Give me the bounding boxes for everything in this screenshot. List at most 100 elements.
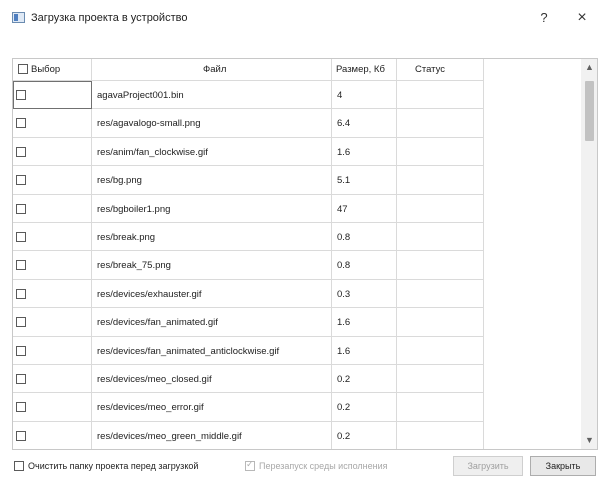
status-cell xyxy=(397,109,484,138)
file-cell: res/anim/fan_clockwise.gif xyxy=(92,137,332,167)
column-header-file[interactable]: Файл xyxy=(92,59,332,81)
select-cell[interactable] xyxy=(13,279,92,309)
scroll-up-arrow-icon[interactable]: ▲ xyxy=(581,59,597,76)
file-cell: res/agavalogo-small.png xyxy=(92,109,332,138)
file-value: res/devices/fan_animated.gif xyxy=(97,317,218,329)
table-row[interactable]: res/devices/meo_closed.gif 0.2 xyxy=(13,364,484,394)
clear-folder-option[interactable]: Очистить папку проекта перед загрузкой xyxy=(14,461,198,471)
status-cell xyxy=(397,279,484,309)
table-row[interactable]: res/devices/exhauster.gif 0.3 xyxy=(13,279,484,309)
select-cell[interactable] xyxy=(13,109,92,138)
select-cell[interactable] xyxy=(13,166,92,195)
size-cell: 1.6 xyxy=(332,336,397,365)
row-select-checkbox[interactable] xyxy=(16,146,26,157)
files-table: Выбор Файл Размер, Кб Статус agavaProjec… xyxy=(12,58,598,450)
status-cell xyxy=(397,137,484,167)
size-cell: 5.1 xyxy=(332,166,397,195)
select-cell[interactable] xyxy=(13,393,92,422)
vertical-scrollbar[interactable]: ▲ ▼ xyxy=(581,59,597,449)
clear-folder-checkbox[interactable] xyxy=(14,461,24,471)
file-value: res/bg.png xyxy=(97,175,142,187)
table-row[interactable]: res/agavalogo-small.png 6.4 xyxy=(13,109,484,138)
column-header-size[interactable]: Размер, Кб xyxy=(332,59,397,81)
table-row[interactable]: res/bg.png 5.1 xyxy=(13,166,484,195)
title-bar: Загрузка проекта в устройство ? × xyxy=(0,0,600,36)
status-cell xyxy=(397,421,484,449)
row-select-checkbox[interactable] xyxy=(16,345,26,356)
file-cell: res/devices/fan_animated_anticlockwise.g… xyxy=(92,336,332,365)
size-value: 1.6 xyxy=(337,317,351,329)
file-value: res/agavalogo-small.png xyxy=(97,118,201,130)
size-cell: 6.4 xyxy=(332,109,397,138)
table-row[interactable]: res/anim/fan_clockwise.gif 1.6 xyxy=(13,137,484,167)
column-header-select-label: Выбор xyxy=(31,64,61,75)
help-button[interactable]: ? xyxy=(534,8,554,28)
file-value: res/devices/exhauster.gif xyxy=(97,288,202,300)
status-cell xyxy=(397,308,484,337)
file-value: res/devices/fan_animated_anticlockwise.g… xyxy=(97,345,280,357)
row-select-checkbox[interactable] xyxy=(16,373,26,384)
row-select-checkbox[interactable] xyxy=(16,430,26,441)
table-row[interactable]: res/bgboiler1.png 47 xyxy=(13,194,484,223)
size-cell: 0.8 xyxy=(332,251,397,280)
select-cell[interactable] xyxy=(13,194,92,223)
select-cell[interactable] xyxy=(13,222,92,252)
scroll-down-arrow-icon[interactable]: ▼ xyxy=(581,432,597,449)
size-cell: 1.6 xyxy=(332,308,397,337)
restart-runtime-label: Перезапуск среды исполнения xyxy=(259,461,388,471)
file-value: res/break_75.png xyxy=(97,260,171,272)
row-select-checkbox[interactable] xyxy=(16,90,26,100)
row-select-checkbox[interactable] xyxy=(16,231,26,242)
row-select-checkbox[interactable] xyxy=(16,402,26,413)
size-value: 1.6 xyxy=(337,146,351,158)
scrollbar-thumb[interactable] xyxy=(585,81,594,141)
file-value: res/devices/meo_closed.gif xyxy=(97,373,212,385)
size-value: 0.2 xyxy=(337,402,351,414)
size-cell: 0.8 xyxy=(332,222,397,252)
select-cell[interactable] xyxy=(13,81,92,110)
row-select-checkbox[interactable] xyxy=(16,175,26,186)
row-select-checkbox[interactable] xyxy=(16,203,26,214)
window-title: Загрузка проекта в устройство xyxy=(31,12,188,24)
select-cell[interactable] xyxy=(13,364,92,394)
table-row[interactable]: res/devices/meo_green_middle.gif 0.2 xyxy=(13,421,484,449)
status-cell xyxy=(397,393,484,422)
select-cell[interactable] xyxy=(13,421,92,449)
file-value: res/devices/meo_green_middle.gif xyxy=(97,430,242,442)
file-cell: agavaProject001.bin xyxy=(92,81,332,110)
row-select-checkbox[interactable] xyxy=(16,260,26,271)
table-row[interactable]: res/break_75.png 0.8 xyxy=(13,251,484,280)
size-cell: 0.2 xyxy=(332,393,397,422)
row-select-checkbox[interactable] xyxy=(16,118,26,129)
select-cell[interactable] xyxy=(13,336,92,365)
row-select-checkbox[interactable] xyxy=(16,288,26,299)
size-value: 0.2 xyxy=(337,430,351,442)
size-value: 0.8 xyxy=(337,260,351,272)
select-all-checkbox[interactable] xyxy=(18,64,28,74)
file-cell: res/devices/meo_closed.gif xyxy=(92,364,332,394)
close-button[interactable]: Закрыть xyxy=(530,456,596,476)
select-cell[interactable] xyxy=(13,308,92,337)
upload-button[interactable]: Загрузить xyxy=(453,456,523,476)
table-row[interactable]: res/devices/fan_animated_anticlockwise.g… xyxy=(13,336,484,365)
column-header-status-label: Статус xyxy=(415,64,446,75)
column-header-select[interactable]: Выбор xyxy=(13,59,92,81)
size-value: 0.3 xyxy=(337,288,351,300)
select-cell[interactable] xyxy=(13,251,92,280)
select-cell[interactable] xyxy=(13,137,92,167)
table-row[interactable]: res/break.png 0.8 xyxy=(13,222,484,252)
row-select-checkbox[interactable] xyxy=(16,317,26,328)
table-row[interactable]: res/devices/fan_animated.gif 1.6 xyxy=(13,308,484,337)
file-cell: res/break_75.png xyxy=(92,251,332,280)
file-value: res/devices/meo_error.gif xyxy=(97,402,204,414)
table-row[interactable]: res/devices/meo_error.gif 0.2 xyxy=(13,393,484,422)
size-value: 47 xyxy=(337,203,348,215)
size-cell: 0.3 xyxy=(332,279,397,309)
file-value: agavaProject001.bin xyxy=(97,90,184,101)
size-cell: 0.2 xyxy=(332,364,397,394)
table-row[interactable]: agavaProject001.bin 4 xyxy=(13,81,484,110)
status-cell xyxy=(397,222,484,252)
file-cell: res/bgboiler1.png xyxy=(92,194,332,223)
column-header-status[interactable]: Статус xyxy=(397,59,484,81)
close-window-button[interactable]: × xyxy=(570,8,594,28)
